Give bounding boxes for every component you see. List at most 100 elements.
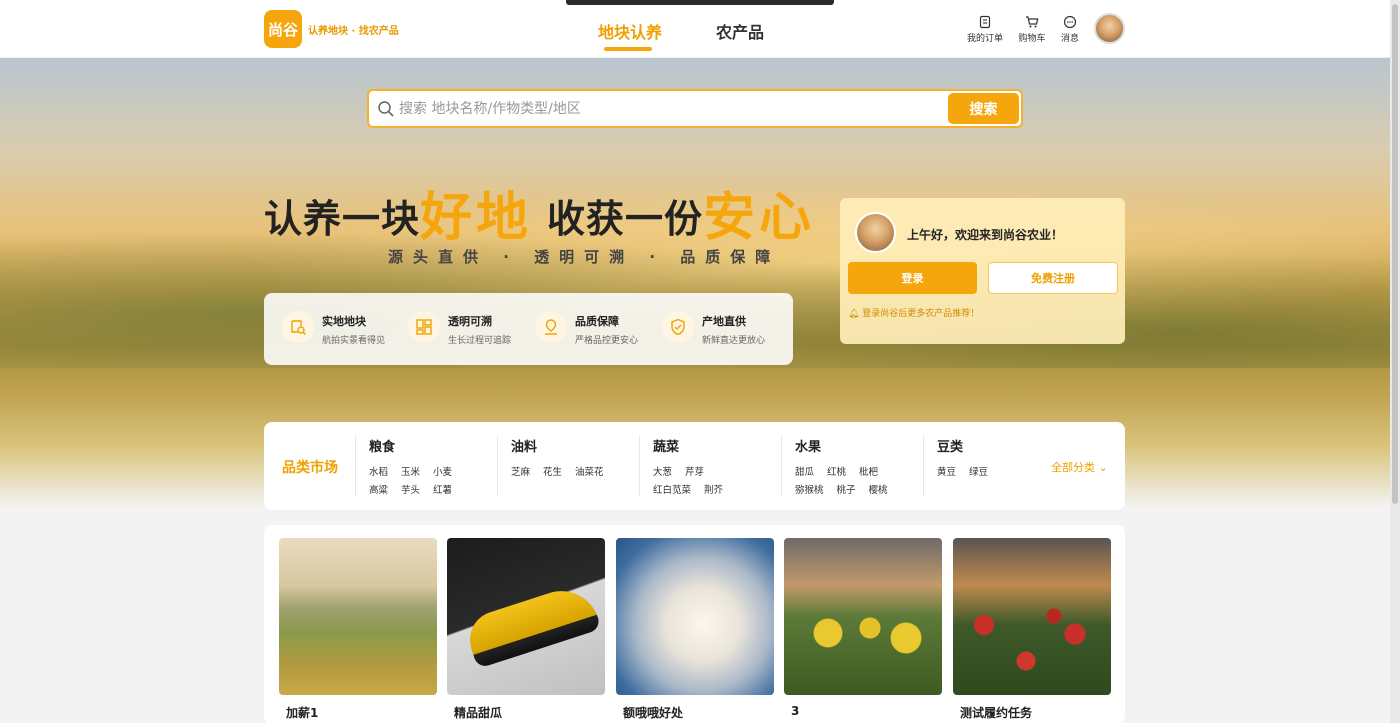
category-item[interactable]: 水稻 xyxy=(369,464,388,478)
category-item[interactable]: 枇杷 xyxy=(859,464,878,478)
product-card[interactable]: 加薪1 xyxy=(279,538,437,721)
product-card[interactable]: 精品甜瓜 xyxy=(447,538,605,721)
search-land-icon xyxy=(282,311,314,343)
category-item[interactable]: 黄豆 xyxy=(937,464,956,478)
login-tip: 🔔︎ 登录尚谷后更多农产品推荐！ xyxy=(848,306,979,319)
category-item[interactable]: 高粱 xyxy=(369,482,388,496)
feature-real-land: 实地地块 航拍实景看得见 xyxy=(264,311,390,347)
feature-traceable: 透明可溯 生长过程可追踪 xyxy=(390,311,516,347)
quality-icon xyxy=(535,311,567,343)
category-item[interactable]: 甜瓜 xyxy=(795,464,814,478)
category-item[interactable]: 红白苋菜 xyxy=(653,482,691,496)
category-item[interactable]: 绿豆 xyxy=(969,464,988,478)
category-title: 品类市场 xyxy=(282,460,338,476)
clipboard-icon xyxy=(979,15,991,29)
category-group-name[interactable]: 油料 xyxy=(511,436,626,455)
product-name: 3 xyxy=(791,704,800,718)
guest-avatar xyxy=(855,212,896,253)
my-orders-label: 我的订单 xyxy=(966,34,1003,44)
search-button[interactable]: 搜索 xyxy=(948,93,1019,124)
product-name: 加薪1 xyxy=(286,706,319,720)
hero-title-2: 收获一份安心 xyxy=(547,172,816,248)
product-image xyxy=(447,538,605,695)
cart-button[interactable]: 购物车 xyxy=(1012,15,1052,44)
feature-quality: 品质保障 严格品控更安心 xyxy=(517,311,643,347)
feature-title: 实地地块 xyxy=(322,315,366,328)
category-market: 品类市场 粮食 水稻 玉米 小麦 高粱 芋头 红薯 油料 芝麻 花生 油菜花 蔬… xyxy=(264,422,1125,510)
chevron-down-icon: ⌄ xyxy=(1095,461,1108,474)
all-categories-link[interactable]: 全部分类 ⌄ xyxy=(1051,459,1108,475)
product-name: 测试履约任务 xyxy=(960,706,1033,720)
hero-title-1: 认养一块好地 xyxy=(264,172,533,248)
category-group-name[interactable]: 水果 xyxy=(795,436,910,455)
category-item[interactable]: 油菜花 xyxy=(575,464,604,478)
category-item[interactable]: 桃子 xyxy=(837,482,856,496)
category-group-beans: 豆类 黄豆 绿豆 xyxy=(923,436,1052,496)
trace-icon xyxy=(408,311,440,343)
feature-desc: 新鲜直达更放心 xyxy=(702,336,766,346)
login-card: 上午好，欢迎来到尚谷农业！ 登录 免费注册 🔔︎ 登录尚谷后更多农产品推荐！ xyxy=(840,198,1125,344)
category-group-name[interactable]: 粮食 xyxy=(369,436,484,455)
category-item[interactable]: 猕猴桃 xyxy=(795,482,824,496)
cart-icon xyxy=(1026,16,1039,28)
hero-title-2-prefix: 收获一份 xyxy=(547,197,704,241)
feature-title: 产地直供 xyxy=(702,315,746,328)
feature-desc: 生长过程可追踪 xyxy=(448,336,512,346)
category-item[interactable]: 樱桃 xyxy=(869,482,888,496)
category-item[interactable]: 红桃 xyxy=(827,464,846,478)
category-item[interactable]: 芝麻 xyxy=(511,464,530,478)
product-card[interactable]: 测试履约任务 xyxy=(953,538,1111,721)
nav-tab-farm-products[interactable]: 农产品 xyxy=(716,19,764,43)
feature-desc: 严格品控更安心 xyxy=(575,336,639,346)
category-item[interactable]: 玉米 xyxy=(401,464,420,478)
category-item[interactable]: 花生 xyxy=(543,464,562,478)
greeting-text: 上午好，欢迎来到尚谷农业！ xyxy=(907,228,1064,242)
slogan: 认养地块 · 找农产品 xyxy=(308,26,399,37)
category-group-vegetable: 蔬菜 大葱 芹芽 红白苋菜 荆芥 xyxy=(639,436,768,496)
login-button[interactable]: 登录 xyxy=(848,262,977,294)
product-image xyxy=(953,538,1111,695)
messages-label: 消息 xyxy=(1060,34,1079,44)
category-group-name[interactable]: 蔬菜 xyxy=(653,436,768,455)
feature-desc: 航拍实景看得见 xyxy=(322,336,386,346)
product-list: 加薪1 精品甜瓜 额哦哦好处 3 测试履约任务 xyxy=(264,525,1125,723)
my-orders-button[interactable]: 我的订单 xyxy=(965,15,1005,44)
category-item[interactable]: 红薯 xyxy=(433,482,452,496)
page-scrollbar[interactable] xyxy=(1390,0,1400,723)
nav-tab-land-adopt[interactable]: 地块认养 xyxy=(598,19,662,51)
product-card[interactable]: 额哦哦好处 xyxy=(616,538,774,721)
window-top-bar xyxy=(566,0,834,5)
category-group-fruit: 水果 甜瓜 红桃 枇杷 猕猴桃 桃子 樱桃 xyxy=(781,436,910,496)
hero-title-1-emphasis: 好地 xyxy=(420,188,533,248)
category-item[interactable]: 小麦 xyxy=(433,464,452,478)
logo[interactable]: 尚谷 xyxy=(264,10,302,48)
product-image xyxy=(616,538,774,695)
cart-label: 购物车 xyxy=(1018,34,1046,44)
feature-direct-supply: 产地直供 新鲜直达更放心 xyxy=(644,311,770,347)
search-icon xyxy=(378,101,394,117)
user-avatar[interactable] xyxy=(1094,13,1125,44)
search-input[interactable] xyxy=(399,99,939,119)
all-categories-label: 全部分类 xyxy=(1051,461,1095,474)
hero-subtitle: 源头直供 · 透明可溯 · 品质保障 xyxy=(388,248,781,266)
product-image xyxy=(784,538,942,695)
feature-title: 透明可溯 xyxy=(448,315,492,328)
category-group-oil: 油料 芝麻 花生 油菜花 xyxy=(497,436,626,496)
register-button[interactable]: 免费注册 xyxy=(988,262,1118,294)
message-icon xyxy=(1063,15,1077,29)
category-item[interactable]: 芋头 xyxy=(401,482,420,496)
product-card[interactable]: 3 xyxy=(784,538,942,718)
category-group-grain: 粮食 水稻 玉米 小麦 高粱 芋头 红薯 xyxy=(355,436,484,496)
search-bar: 搜索 xyxy=(367,89,1023,128)
feature-title: 品质保障 xyxy=(575,315,619,328)
hero-title-1-prefix: 认养一块 xyxy=(264,197,421,241)
category-item[interactable]: 大葱 xyxy=(653,464,672,478)
shield-icon xyxy=(662,311,694,343)
hero-title-2-emphasis: 安心 xyxy=(703,188,816,248)
product-name: 额哦哦好处 xyxy=(623,706,684,720)
messages-button[interactable]: 消息 xyxy=(1050,15,1090,44)
category-group-name[interactable]: 豆类 xyxy=(937,436,1052,455)
category-item[interactable]: 芹芽 xyxy=(685,464,704,478)
login-tip-text: 登录尚谷后更多农产品推荐！ xyxy=(862,309,980,319)
category-item[interactable]: 荆芥 xyxy=(704,482,723,496)
